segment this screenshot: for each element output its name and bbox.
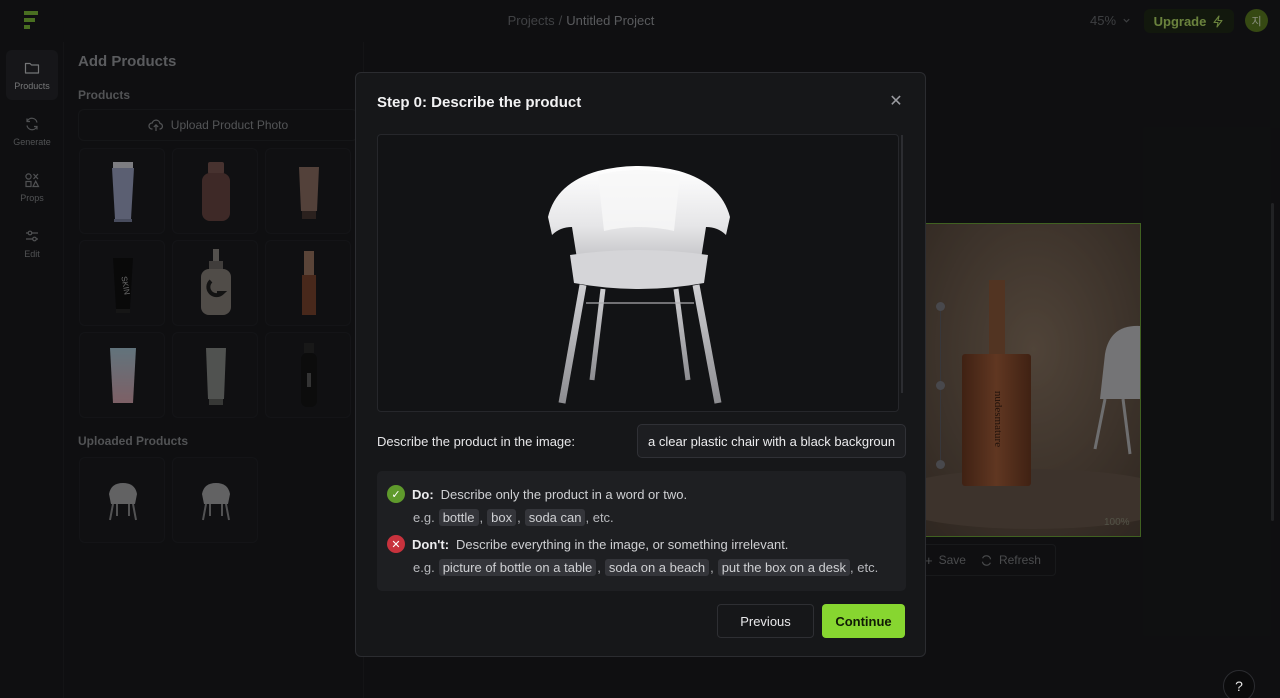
continue-button[interactable]: Continue: [822, 604, 905, 638]
dont-heading: Don't:: [412, 536, 450, 552]
do-heading: Do:: [412, 486, 434, 502]
example-chip: soda can: [524, 509, 586, 526]
etc-suffix: , etc.: [850, 560, 879, 575]
do-examples: e.g. bottle, box, soda can, etc.: [413, 509, 614, 526]
eg-label: e.g.: [413, 560, 435, 575]
close-icon[interactable]: ✕: [888, 94, 904, 110]
describe-label: Describe the product in the image:: [377, 434, 575, 449]
check-icon: ✓: [387, 485, 405, 503]
do-tip: ✓ Do: Describe only the product in a wor…: [387, 485, 687, 503]
tips-box: ✓ Do: Describe only the product in a wor…: [377, 471, 906, 591]
example-chip: box: [487, 509, 517, 526]
example-chip: put the box on a desk: [717, 559, 850, 576]
previous-button[interactable]: Previous: [717, 604, 814, 638]
dont-text: Describe everything in the image, or som…: [456, 536, 789, 552]
do-text: Describe only the product in a word or t…: [440, 486, 688, 502]
etc-suffix: , etc.: [585, 510, 614, 525]
example-chip: picture of bottle on a table: [438, 559, 597, 576]
product-description-input[interactable]: [637, 424, 906, 458]
product-preview: [377, 134, 899, 412]
describe-product-modal: Step 0: Describe the product ✕ Describe …: [355, 72, 926, 657]
cross-icon: ✕: [387, 535, 405, 553]
preview-scrollbar[interactable]: [901, 135, 903, 393]
dont-examples: e.g. picture of bottle on a table, soda …: [413, 559, 879, 576]
eg-label: e.g.: [413, 510, 435, 525]
dont-tip: ✕ Don't: Describe everything in the imag…: [387, 535, 788, 553]
help-button[interactable]: ?: [1223, 670, 1255, 698]
example-chip: soda on a beach: [604, 559, 710, 576]
example-chip: bottle: [438, 509, 479, 526]
modal-title: Step 0: Describe the product: [377, 94, 582, 111]
chair-image: [548, 166, 730, 404]
